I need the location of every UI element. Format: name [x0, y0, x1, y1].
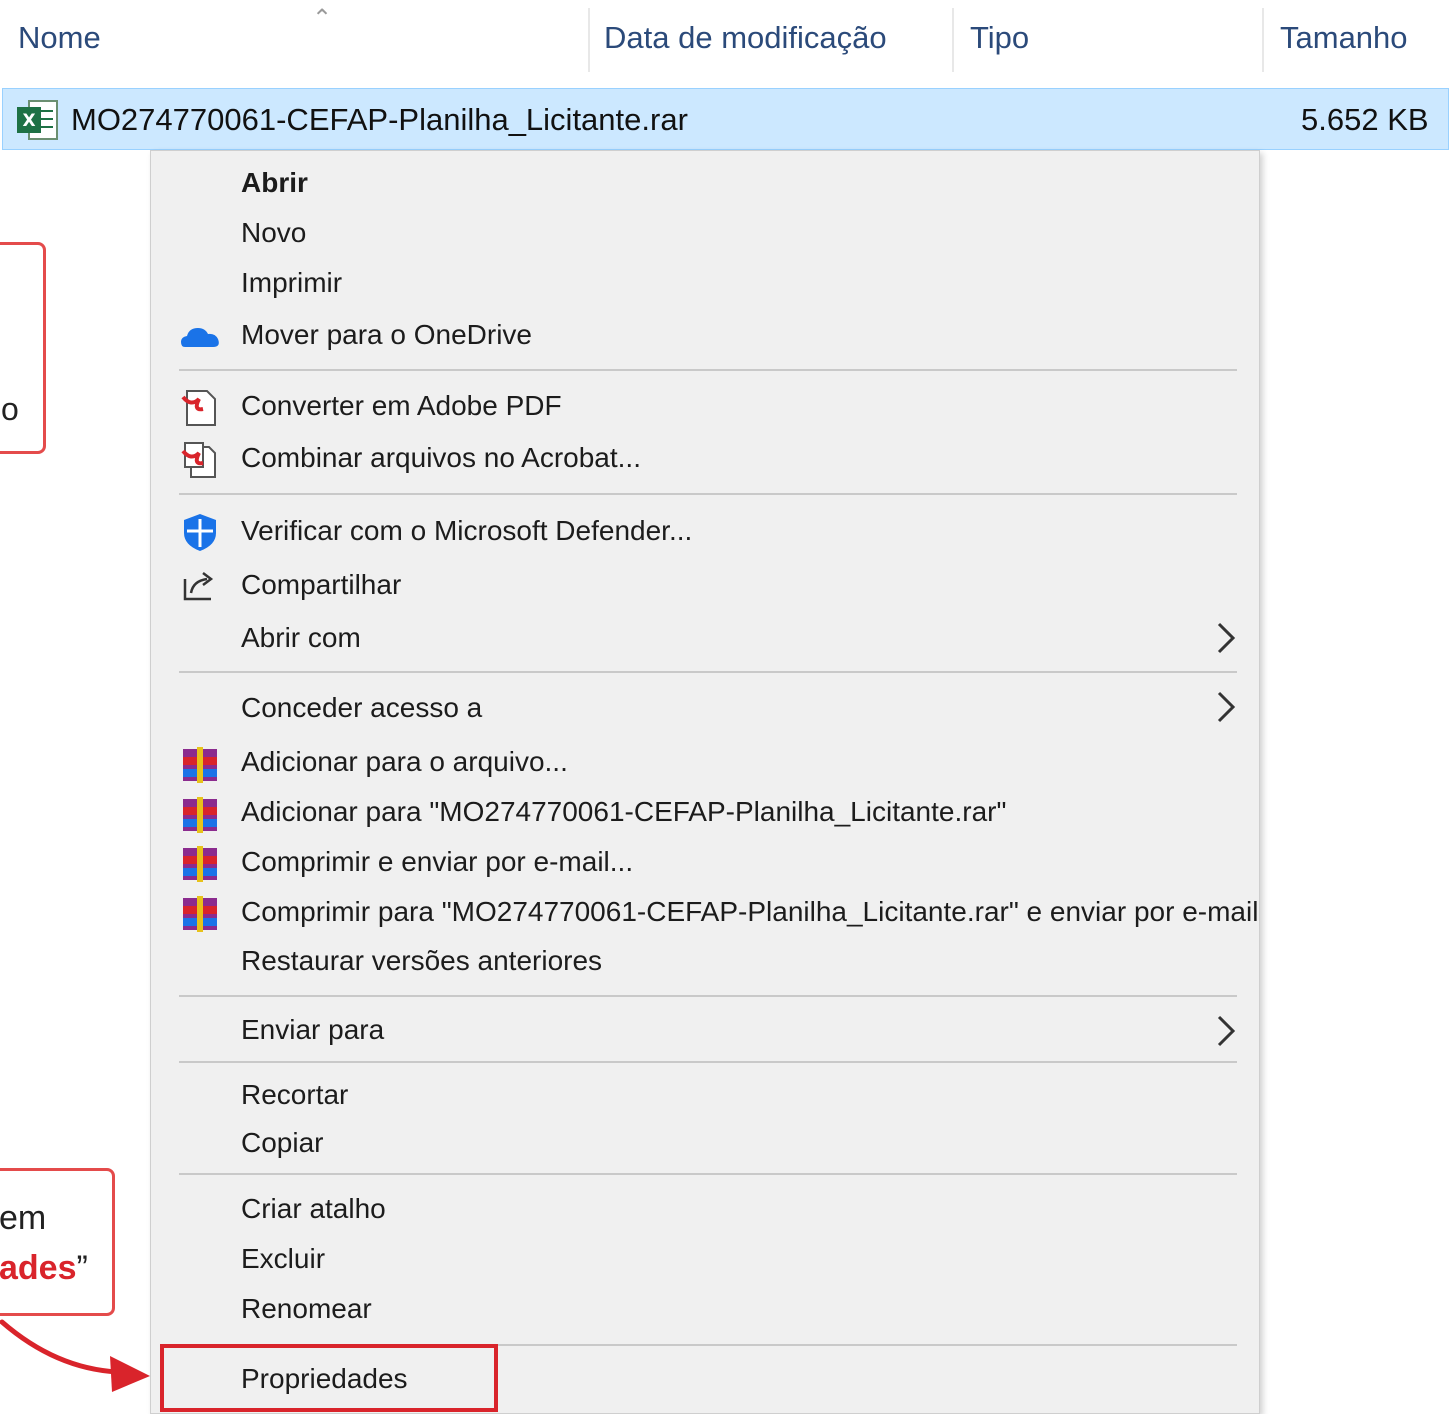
share-icon — [183, 572, 214, 601]
menu-item-convert-pdf[interactable]: Converter em Adobe PDF — [241, 389, 562, 423]
chevron-right-icon — [1217, 1015, 1236, 1047]
adobe-pdf-icon — [181, 390, 216, 426]
column-divider[interactable] — [588, 8, 590, 72]
onedrive-cloud-icon — [181, 328, 219, 347]
callout-text-fragment: o — [1, 391, 19, 427]
menu-item-open[interactable]: Abrir — [241, 166, 308, 200]
menu-separator — [179, 1173, 1237, 1175]
callout-quote: ” — [76, 1249, 88, 1287]
callout-highlight-word: ades — [0, 1249, 77, 1287]
annotation-callout-bottom: em ades” — [0, 1168, 115, 1316]
callout-text-line2: ades” — [0, 1249, 88, 1288]
menu-item-compress-rar-email[interactable]: Comprimir para "MO274770061-CEFAP-Planil… — [241, 895, 1258, 929]
column-divider[interactable] — [952, 8, 954, 72]
menu-item-add-archive[interactable]: Adicionar para o arquivo... — [241, 745, 568, 779]
column-header-name[interactable]: Nome — [18, 20, 101, 56]
menu-item-defender-scan[interactable]: Verificar com o Microsoft Defender... — [241, 514, 692, 548]
menu-item-cut[interactable]: Recortar — [241, 1078, 348, 1112]
menu-item-move-onedrive[interactable]: Mover para o OneDrive — [241, 318, 532, 352]
winrar-icon — [183, 747, 217, 783]
menu-item-delete[interactable]: Excluir — [241, 1242, 325, 1276]
menu-item-new[interactable]: Novo — [241, 216, 306, 250]
menu-item-grant-access[interactable]: Conceder acesso a — [241, 691, 482, 725]
excel-file-icon: X — [17, 100, 58, 140]
menu-item-create-shortcut[interactable]: Criar atalho — [241, 1192, 386, 1226]
chevron-right-icon — [1217, 691, 1236, 723]
menu-item-print[interactable]: Imprimir — [241, 266, 342, 300]
menu-separator — [179, 369, 1237, 371]
menu-separator — [179, 995, 1237, 997]
svg-text:X: X — [22, 111, 35, 131]
column-header-type[interactable]: Tipo — [970, 20, 1029, 56]
menu-item-share[interactable]: Compartilhar — [241, 568, 401, 602]
menu-item-copy[interactable]: Copiar — [241, 1126, 323, 1160]
menu-item-rename[interactable]: Renomear — [241, 1292, 372, 1326]
menu-item-open-with[interactable]: Abrir com — [241, 621, 361, 655]
chevron-right-icon — [1217, 622, 1236, 654]
menu-separator — [179, 1061, 1237, 1063]
callout-text-line1: em — [0, 1199, 47, 1237]
file-size: 5.652 KB — [1301, 102, 1429, 137]
winrar-icon — [183, 846, 217, 882]
file-name: MO274770061-CEFAP-Planilha_Licitante.rar — [71, 102, 688, 137]
menu-separator — [179, 671, 1237, 673]
menu-item-send-to[interactable]: Enviar para — [241, 1013, 384, 1047]
defender-shield-icon — [184, 514, 216, 551]
column-header-size[interactable]: Tamanho — [1280, 20, 1408, 56]
annotation-callout-top: o — [0, 242, 46, 454]
menu-item-restore-versions[interactable]: Restaurar versões anteriores — [241, 944, 602, 978]
acrobat-combine-icon — [181, 442, 216, 478]
properties-highlight-box — [160, 1344, 498, 1412]
menu-separator — [179, 493, 1237, 495]
sort-ascending-icon: ⌃ — [312, 5, 333, 32]
winrar-icon — [183, 896, 217, 932]
annotation-arrow-icon — [0, 1319, 150, 1392]
column-header-modified[interactable]: Data de modificação — [604, 20, 887, 56]
menu-item-combine-acrobat[interactable]: Combinar arquivos no Acrobat... — [241, 441, 641, 475]
column-divider[interactable] — [1262, 8, 1264, 72]
menu-item-compress-email[interactable]: Comprimir e enviar por e-mail... — [241, 845, 633, 879]
context-menu: Abrir Novo Imprimir Mover para o OneDriv… — [150, 150, 1260, 1414]
winrar-icon — [183, 797, 217, 833]
column-header-bar: ⌃ Nome Data de modificação Tipo Tamanho — [0, 0, 1449, 84]
file-row-selected[interactable]: X MO274770061-CEFAP-Planilha_Licitante.r… — [2, 88, 1449, 150]
menu-item-add-to-rar[interactable]: Adicionar para "MO274770061-CEFAP-Planil… — [241, 795, 1006, 829]
